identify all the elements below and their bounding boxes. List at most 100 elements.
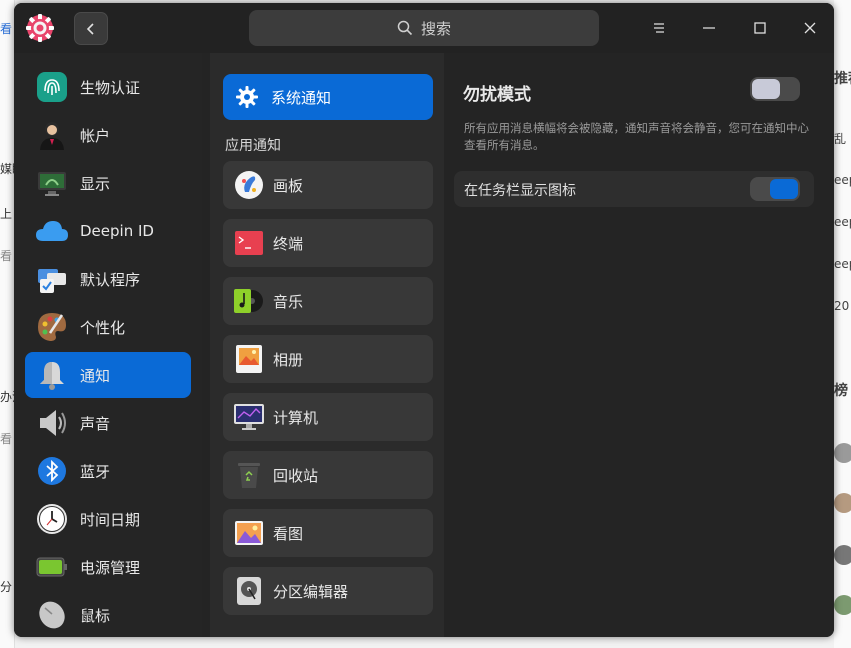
partition-editor-icon	[234, 576, 264, 606]
bg-text-fragment: 20	[834, 299, 850, 313]
terminal-icon	[234, 228, 264, 258]
bg-text-fragment: 看	[0, 22, 13, 36]
search-placeholder: 搜索	[420, 19, 451, 38]
avatar	[834, 545, 851, 565]
app-item-label: 画板	[273, 176, 304, 195]
app-item-computer[interactable]: 计算机	[223, 393, 433, 441]
clock-icon	[35, 502, 69, 536]
back-button[interactable]	[74, 12, 108, 45]
personalization-icon	[35, 310, 69, 344]
bg-text-fragment: 推荐	[834, 71, 851, 87]
bg-text-fragment: 乱	[834, 132, 847, 146]
app-item-draw[interactable]: 画板	[223, 161, 433, 209]
notification-app-list: 系统通知 应用通知 画板 终端 音乐 相册 计算机 回收站 看图 分区编辑器	[210, 53, 444, 637]
system-notifications-label: 系统通知	[271, 88, 332, 107]
titlebar: 搜索	[14, 3, 834, 53]
sidebar-item-label: 显示	[80, 174, 111, 193]
dnd-toggle[interactable]	[750, 77, 800, 101]
sidebar-item-datetime[interactable]: 时间日期	[25, 496, 191, 542]
mouse-icon	[35, 598, 69, 632]
sidebar-item-biometric[interactable]: 生物认证	[25, 64, 191, 110]
search-icon	[397, 20, 413, 36]
sidebar-item-label: 帐户	[80, 126, 111, 145]
notification-settings-pane: 勿扰模式 所有应用消息横幅将会被隐藏，通知声音将会静音，您可在通知中心查看所有消…	[444, 53, 834, 637]
toggle-knob	[770, 179, 798, 199]
cloud-icon	[35, 214, 69, 248]
sidebar-item-default-apps[interactable]: 默认程序	[25, 256, 191, 302]
dnd-description: 所有应用消息横幅将会被隐藏，通知声音将会静音，您可在通知中心查看所有消息。	[464, 121, 809, 152]
app-item-terminal[interactable]: 终端	[223, 219, 433, 267]
bluetooth-icon	[35, 454, 69, 488]
default-apps-icon	[35, 262, 69, 296]
app-item-label: 分区编辑器	[273, 582, 349, 601]
avatar	[834, 443, 851, 463]
image-viewer-icon	[234, 518, 264, 548]
display-icon	[35, 166, 69, 200]
bg-text-fragment: eep	[834, 215, 851, 229]
sidebar-item-label: 默认程序	[80, 270, 141, 289]
app-item-trash[interactable]: 回收站	[223, 451, 433, 499]
app-item-label: 终端	[273, 234, 304, 253]
app-item-label: 回收站	[273, 466, 319, 485]
sidebar: 生物认证 帐户 显示 Deepin ID 默认程序 个性化 通知 声音 蓝牙 时…	[14, 53, 202, 637]
bg-text-fragment: 分	[0, 580, 13, 594]
trash-icon	[234, 460, 264, 490]
menu-icon	[654, 23, 664, 33]
app-item-music[interactable]: 音乐	[223, 277, 433, 325]
sidebar-item-label: 鼠标	[80, 606, 111, 625]
show-taskbar-icon-label: 在任务栏显示图标	[464, 183, 576, 199]
sidebar-item-label: 蓝牙	[80, 462, 111, 481]
app-notifications-heading: 应用通知	[225, 138, 281, 154]
sidebar-item-label: Deepin ID	[80, 222, 154, 240]
show-taskbar-icon-toggle[interactable]	[750, 177, 800, 201]
app-item-partition-editor[interactable]: 分区编辑器	[223, 567, 433, 615]
sidebar-item-notifications[interactable]: 通知	[25, 352, 191, 398]
bg-text-fragment: 上	[0, 207, 13, 221]
toggle-knob	[752, 79, 780, 99]
speaker-icon	[35, 406, 69, 440]
music-icon	[234, 286, 264, 316]
app-item-label: 音乐	[273, 292, 304, 311]
dnd-title: 勿扰模式	[463, 85, 531, 105]
bg-text-fragment: 看	[0, 432, 13, 446]
sidebar-item-label: 生物认证	[80, 78, 141, 97]
sidebar-item-personalization[interactable]: 个性化	[25, 304, 191, 350]
sidebar-item-label: 声音	[80, 414, 111, 433]
avatar	[834, 595, 851, 615]
battery-icon	[35, 550, 69, 584]
app-item-album[interactable]: 相册	[223, 335, 433, 383]
bg-text-fragment: 看	[0, 249, 13, 263]
sidebar-item-power[interactable]: 电源管理	[25, 544, 191, 590]
sidebar-item-sound[interactable]: 声音	[25, 400, 191, 446]
search-input[interactable]: 搜索	[249, 10, 599, 46]
sidebar-item-label: 个性化	[80, 318, 126, 337]
sidebar-item-account[interactable]: 帐户	[25, 112, 191, 158]
control-center-window: 搜索 生物认证 帐户 显示 Deepin ID 默认程序 个性化 通知 声音 蓝…	[14, 3, 834, 637]
bg-text-fragment: eep	[834, 173, 851, 187]
background-app-right-edge: 推荐 乱 eep eep eep 20 榜	[834, 0, 851, 648]
chevron-left-icon	[86, 22, 94, 35]
sidebar-item-bluetooth[interactable]: 蓝牙	[25, 448, 191, 494]
close-button[interactable]	[795, 13, 825, 43]
album-icon	[234, 344, 264, 374]
minimize-button[interactable]	[694, 13, 724, 43]
sidebar-item-display[interactable]: 显示	[25, 160, 191, 206]
settings-app-icon	[24, 12, 56, 44]
sidebar-item-deepin-id[interactable]: Deepin ID	[25, 208, 191, 254]
bg-text-fragment: 榜	[834, 383, 848, 399]
app-item-image-viewer[interactable]: 看图	[223, 509, 433, 557]
app-item-label: 计算机	[273, 408, 319, 427]
computer-icon	[234, 402, 264, 432]
account-icon	[35, 118, 69, 152]
minimize-icon	[703, 27, 715, 29]
app-item-label: 相册	[273, 350, 304, 369]
menu-button[interactable]	[644, 13, 674, 43]
bell-icon	[35, 358, 69, 392]
show-taskbar-icon-row: 在任务栏显示图标	[454, 171, 814, 207]
sidebar-item-label: 电源管理	[80, 558, 141, 577]
sidebar-item-mouse[interactable]: 鼠标	[25, 592, 191, 637]
draw-icon	[234, 170, 264, 200]
system-notifications-item[interactable]: 系统通知	[223, 74, 433, 120]
close-icon	[804, 22, 816, 34]
maximize-button[interactable]	[745, 13, 775, 43]
